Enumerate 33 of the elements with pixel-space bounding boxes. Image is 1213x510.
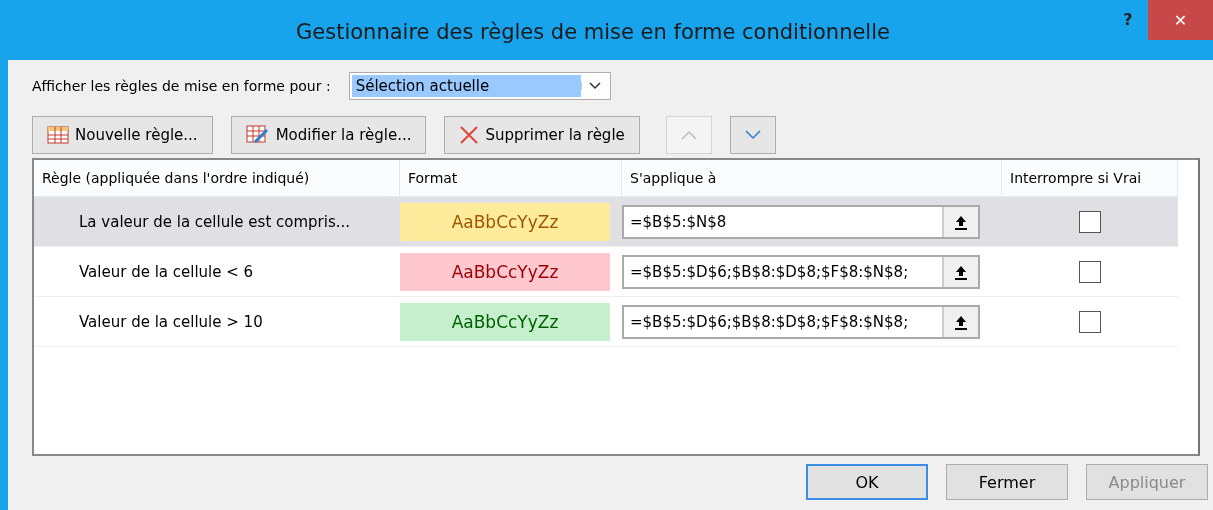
range-field[interactable]: =$B$5:$D$6;$B$8:$D$8;$F$8:$N$8;: [622, 254, 980, 289]
delete-icon: [459, 125, 480, 145]
column-header: Format: [400, 160, 622, 197]
down-chevron-icon: [744, 130, 761, 140]
new-rule-button[interactable]: Nouvelle règle...: [32, 116, 213, 154]
column-header: S'applique à: [622, 160, 1002, 197]
table-icon: [47, 126, 69, 144]
close-button[interactable]: ✕: [1148, 0, 1213, 40]
edit-rule-button[interactable]: Modifier la règle...: [230, 116, 427, 154]
stop-if-true-checkbox[interactable]: [1079, 210, 1101, 233]
stop-if-true-checkbox[interactable]: [1079, 310, 1101, 333]
delete-rule-button[interactable]: Supprimer la règle: [444, 116, 640, 154]
format-preview: AaBbCcYyZz: [400, 252, 610, 291]
help-button[interactable]: ?: [1108, 2, 1148, 36]
range-field[interactable]: =$B$5:$D$6;$B$8:$D$8;$F$8:$N$8;: [622, 304, 980, 339]
edit-table-icon: [245, 125, 270, 145]
column-header: Règle (appliquée dans l'ordre indiqué): [34, 160, 400, 197]
up-chevron-icon: [680, 130, 697, 140]
format-preview: AaBbCcYyZz: [400, 302, 610, 341]
scope-dropdown[interactable]: Sélection actuelle: [348, 72, 611, 100]
collapse-button[interactable]: [942, 206, 978, 237]
collapse-button[interactable]: [942, 256, 978, 287]
stop-if-true-checkbox[interactable]: [1079, 260, 1101, 283]
range-field[interactable]: =$B$5:$N$8: [622, 204, 980, 239]
dialog-button[interactable]: Fermer: [946, 464, 1068, 500]
chevron-down-icon: [588, 82, 601, 90]
window-title: Gestionnaire des règles de mise en forme conditionnelle: [295, 19, 891, 44]
show-rules-label: Afficher les règles de mise en forme pour :: [32, 78, 331, 94]
collapse-button[interactable]: [942, 306, 978, 337]
rule-row[interactable]: La valeur de la cellule est compris...: [34, 197, 400, 247]
format-preview: AaBbCcYyZz: [400, 202, 610, 241]
column-header: Interrompre si Vrai: [1002, 160, 1178, 197]
dialog-button[interactable]: OK: [806, 464, 928, 500]
